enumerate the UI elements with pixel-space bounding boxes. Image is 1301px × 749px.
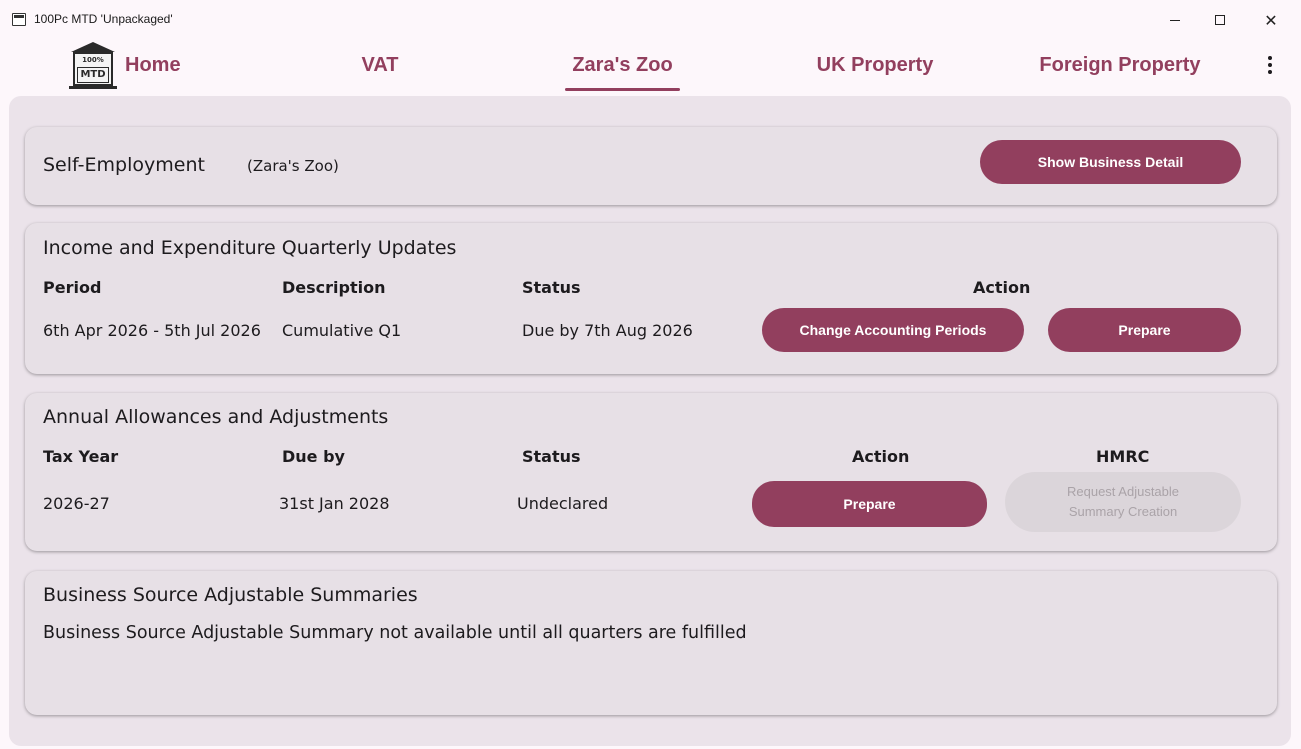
app-logo: 100% MTD [67,42,119,90]
logo-pct-text: 100% [82,56,104,64]
tab-foreign-property[interactable]: Foreign Property [1010,38,1230,92]
tab-home[interactable]: Home [125,38,205,92]
request-button-line1: Request Adjustable [1066,484,1180,499]
self-employment-card: Self-Employment (Zara's Zoo) Show Busine… [25,127,1277,205]
show-business-detail-button[interactable]: Show Business Detail [980,140,1241,184]
close-button[interactable]: ✕ [1256,8,1286,32]
tab-uk-property[interactable]: UK Property [790,38,960,92]
status-value: Due by 7th Aug 2026 [522,321,693,340]
tax-year-header: Tax Year [43,447,119,466]
business-name: (Zara's Zoo) [247,157,339,175]
close-icon: ✕ [1264,10,1278,30]
period-header: Period [43,278,102,297]
tab-vat[interactable]: VAT [330,38,430,92]
request-button-line2: Summary Creation [1068,504,1178,519]
self-employment-title: Self-Employment [43,154,205,176]
description-header: Description [282,278,386,297]
maximize-icon [1215,15,1225,25]
title-bar: 100Pc MTD 'Unpackaged' ✕ [0,0,1301,38]
app-icon [12,13,26,26]
due-by-header: Due by [282,447,345,466]
minimize-icon [1170,19,1180,21]
adjustable-summaries-message: Business Source Adjustable Summary not a… [43,623,747,643]
maximize-button[interactable] [1205,8,1235,32]
action-header: Action [973,278,1031,297]
quarterly-updates-title: Income and Expenditure Quarterly Updates [43,237,457,259]
due-by-value: 31st Jan 2028 [279,494,390,513]
request-adjustable-summary-button[interactable]: Request Adjustable Summary Creation [1005,472,1241,532]
change-accounting-periods-button[interactable]: Change Accounting Periods [762,308,1024,352]
annual-allowances-title: Annual Allowances and Adjustments [43,406,389,428]
annual-allowances-card: Annual Allowances and Adjustments Tax Ye… [25,393,1277,551]
hmrc-header: HMRC [1096,447,1150,466]
window-title: 100Pc MTD 'Unpackaged' [34,12,173,26]
tax-year-value: 2026-27 [43,494,110,513]
prepare-annual-button[interactable]: Prepare [752,481,987,527]
main-content: Self-Employment (Zara's Zoo) Show Busine… [9,96,1291,746]
status-header: Status [522,447,581,466]
description-value: Cumulative Q1 [282,321,402,340]
quarterly-updates-card: Income and Expenditure Quarterly Updates… [25,223,1277,374]
nav-bar: 100% MTD Home VAT Zara's Zoo UK Property… [0,38,1301,92]
minimize-button[interactable] [1160,8,1190,32]
adjustable-summaries-card: Business Source Adjustable Summaries Bus… [25,571,1277,715]
adjustable-summaries-title: Business Source Adjustable Summaries [43,584,418,606]
logo-mtd-text: MTD [77,67,109,83]
tab-zaras-zoo[interactable]: Zara's Zoo [560,38,685,92]
status-header: Status [522,278,581,297]
action-header: Action [852,447,910,466]
period-value: 6th Apr 2026 - 5th Jul 2026 [43,321,261,340]
more-vert-icon[interactable] [1258,50,1282,80]
prepare-quarterly-button[interactable]: Prepare [1048,308,1241,352]
status-value: Undeclared [517,494,609,513]
